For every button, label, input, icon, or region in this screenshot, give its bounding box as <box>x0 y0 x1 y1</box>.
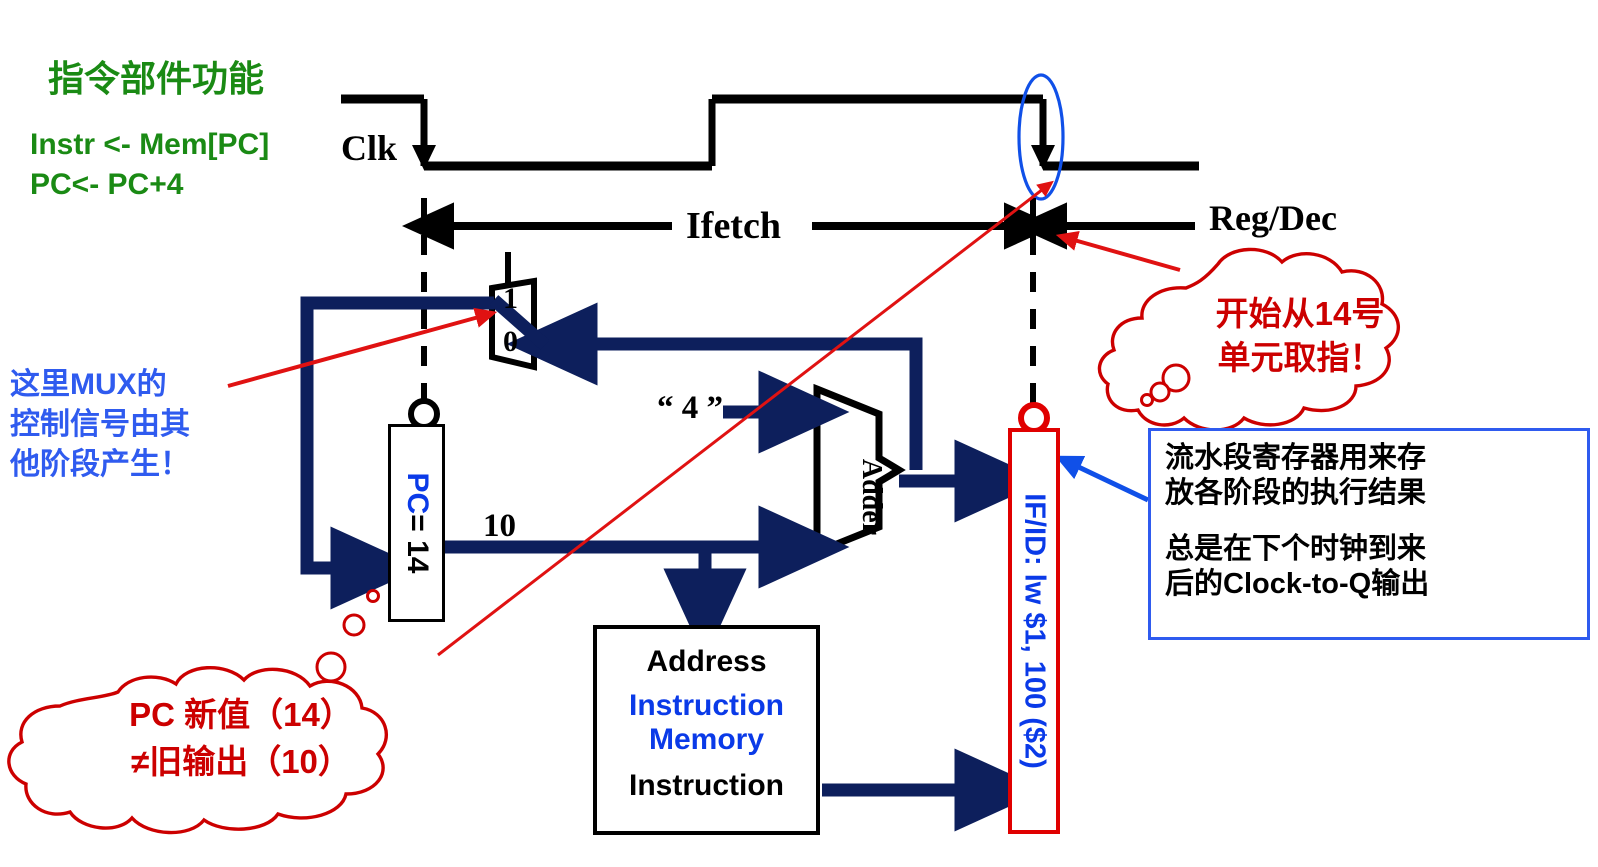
pc-value: = 14 <box>400 514 434 574</box>
pipeline-note-box: 流水段寄存器用来存 放各阶段的执行结果 总是在下个时钟到来 后的Clock-to… <box>1148 428 1590 640</box>
ifid-register-text: IF/ID: lw $1, 100 ($2) <box>1018 493 1051 769</box>
pc-cloud-line1: PC 新值（14） <box>129 696 353 733</box>
memory-title-line2: Memory <box>648 723 765 756</box>
fetch-cloud-line1: 开始从14号 <box>1215 295 1385 332</box>
red-pointer-fetch-cloud <box>1055 231 1181 272</box>
pc-out-value-label: 10 <box>483 508 516 544</box>
instr-fetch-expression: Instr <- Mem[PC] <box>30 128 270 161</box>
pipeline-note-p1-l2: 放各阶段的执行结果 <box>1165 477 1427 510</box>
page-title: 指令部件功能 <box>48 59 265 100</box>
ifetch-label: Ifetch <box>686 205 781 247</box>
mux-note-line2: 控制信号由其 <box>10 408 190 441</box>
mux-input-0-label: 0 <box>503 325 518 358</box>
pc-register: PC= 14 <box>388 424 445 622</box>
memory-title-line1: Instruction <box>629 689 784 722</box>
mux-note-line1: 这里MUX的 <box>10 368 167 401</box>
mux-note-line3: 他阶段产生！ <box>10 448 190 481</box>
diagram-canvas: 指令部件功能 Instr <- Mem[PC] PC<- PC+4 Clk If… <box>0 0 1598 867</box>
adder-label: Adder <box>851 432 891 562</box>
memory-instruction-out-label: Instruction <box>629 769 784 802</box>
red-pointer-clock-to-pc-cloud <box>437 180 1054 657</box>
adder-label-text: Adder <box>856 458 887 536</box>
memory-address-label: Address <box>646 645 767 678</box>
pc-label: PC <box>400 472 434 515</box>
pc-increment-expression: PC<- PC+4 <box>30 168 184 201</box>
wire-pc-out <box>445 505 850 660</box>
regdec-label: Reg/Dec <box>1209 198 1337 238</box>
clk-label: Clk <box>341 128 398 168</box>
fetch-cloud-line2: 单元取指！ <box>1217 339 1383 376</box>
pipeline-note-p1-l1: 流水段寄存器用来存 <box>1165 442 1427 474</box>
pc-cloud-line2: ≠旧输出（10） <box>131 743 351 780</box>
pc-register-label: PC= 14 <box>400 473 434 574</box>
mux-input-1-label: 1 <box>503 282 518 315</box>
pipeline-note-p2-l2: 后的Clock-to-Q输出 <box>1165 568 1430 601</box>
blue-pointer-pipeline-note <box>1054 455 1150 503</box>
red-pointer-mux-note <box>227 307 498 388</box>
clock-waveform <box>341 94 1199 171</box>
ifid-pipeline-register: IF/ID: lw $1, 100 ($2) <box>1008 428 1060 834</box>
pipeline-note-p2-l1: 总是在下个时钟到来 <box>1165 532 1427 565</box>
constant-four-label: “ 4 ” <box>657 390 723 426</box>
instruction-memory-box: Address Instruction Memory Instruction <box>593 625 820 835</box>
